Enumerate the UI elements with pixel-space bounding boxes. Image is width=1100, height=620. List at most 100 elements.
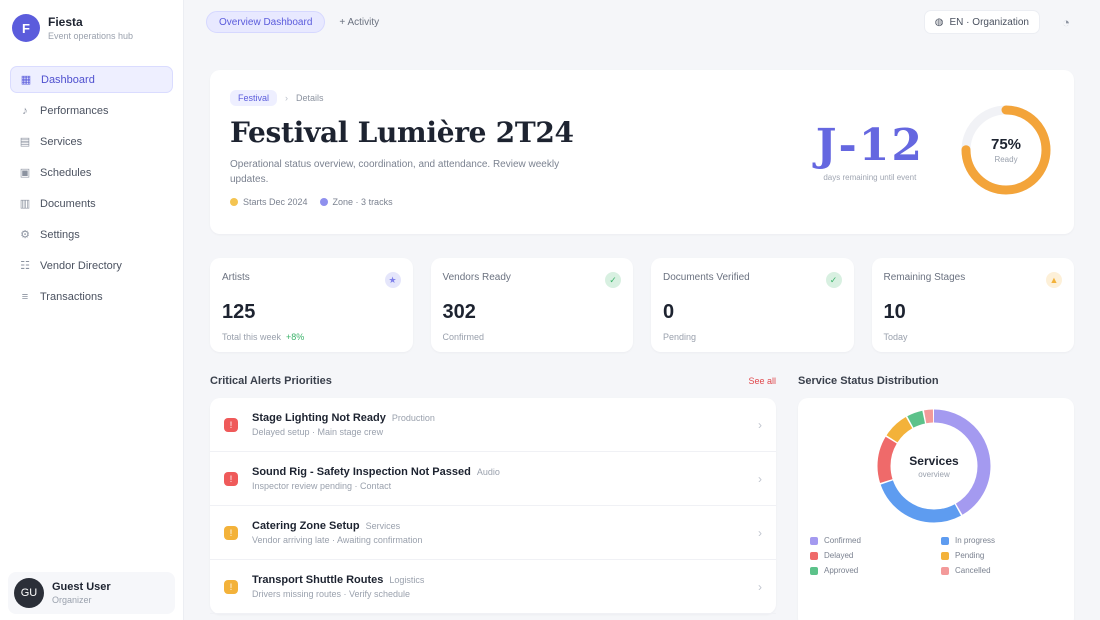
kpi-label: Remaining Stages xyxy=(883,272,966,283)
alert-subtitle: Inspector review pending · Contact xyxy=(252,481,392,491)
legend-item: Confirmed xyxy=(810,536,931,545)
kpi-subtext: Today xyxy=(884,332,1063,342)
grid-icon: ▦ xyxy=(20,74,32,86)
warning-icon: ! xyxy=(224,579,238,594)
legend-item: Approved xyxy=(810,566,931,575)
kpi-label: Vendors Ready xyxy=(442,272,511,283)
event-meta-chip: Starts Dec 2024 xyxy=(230,197,308,207)
legend-item: In progress xyxy=(941,536,1062,545)
alert-row[interactable]: ! Transport Shuttle Routes Logistics Driver… xyxy=(210,560,776,614)
event-type-tag[interactable]: Festival xyxy=(230,90,278,106)
legend-label: Confirmed xyxy=(824,536,861,545)
globe-icon: ◍ xyxy=(934,16,944,28)
legend-swatch xyxy=(941,536,949,545)
kpi-card[interactable]: Vendors Ready ✓ 302 Confirmed xyxy=(430,258,633,352)
user-role: Organizer xyxy=(52,595,92,605)
kpi-card[interactable]: Artists ★ 125 Total this week +8% xyxy=(210,258,413,352)
sidebar-item-label: Settings xyxy=(40,228,80,241)
sidebar-item-vendor-directory[interactable]: ☷ Vendor Directory xyxy=(10,252,173,279)
sidebar-item-label: Performances xyxy=(40,104,109,117)
calendar-icon: ▣ xyxy=(19,167,31,179)
donut-center-label: overview xyxy=(918,469,950,479)
breadcrumb-separator: › xyxy=(285,93,289,103)
music-icon: ♪ xyxy=(22,104,28,117)
user-name: Guest User xyxy=(52,581,111,593)
alert-category-tag: Audio xyxy=(476,467,500,477)
alerts-column: Critical Alerts Priorities See all ! Stag… xyxy=(210,372,776,620)
sidebar-nav: ▦ Dashboard ♪ Performances ▤ Services ▣ Schedul… xyxy=(10,66,173,310)
alert-subtitle: Vendor arriving late · Awaiting confirma… xyxy=(252,535,423,545)
sidebar-item-label: Vendor Directory xyxy=(40,259,122,272)
sidebar-item-label: Services xyxy=(40,135,83,148)
chip-dot-icon xyxy=(319,198,328,206)
sidebar-item-schedules[interactable]: ▣ Schedules xyxy=(10,159,173,186)
shield-icon: ✓ xyxy=(825,272,842,288)
alert-row[interactable]: ! Stage Lighting Not Ready Production Delay… xyxy=(210,398,776,452)
alert-row[interactable]: ! Sound Rig - Safety Inspection Not Passe… xyxy=(210,452,776,506)
chip-label: Zone · 3 tracks xyxy=(332,197,393,207)
legend-label: Cancelled xyxy=(955,566,991,575)
kpi-card[interactable]: Remaining Stages ▲ 10 Today xyxy=(871,258,1074,352)
document-icon: ▥ xyxy=(19,198,31,210)
avatar: GU xyxy=(14,578,44,608)
topbar: Overview Dashboard + Activity ◍ EN · Org… xyxy=(184,0,1100,44)
kpi-sub-label: Pending xyxy=(663,332,697,342)
chevron-right-icon[interactable]: › xyxy=(758,526,762,540)
chevron-right-icon[interactable]: › xyxy=(758,418,762,432)
readiness-label: Ready xyxy=(994,155,1018,164)
alert-row[interactable]: ! Catering Zone Setup Services Vendor arriv… xyxy=(210,506,776,560)
kpi-subtext: Total this week +8% xyxy=(222,332,401,342)
event-meta-chips: Starts Dec 2024 Zone · 3 tracks xyxy=(230,197,1054,207)
user-profile[interactable]: GU Guest User Organizer xyxy=(8,572,175,614)
breadcrumb-details[interactable]: Details xyxy=(296,93,324,103)
kpi-label: Documents Verified xyxy=(663,272,750,283)
app-root: F Fiesta Event operations hub ▦ Dashboard… xyxy=(0,0,1100,620)
content: Festival › Details Festival Lumière 2T24… xyxy=(184,44,1100,620)
alert-body: Stage Lighting Not Ready Production Delaye… xyxy=(252,412,435,437)
notification-bell-icon[interactable]: ◔ xyxy=(1054,10,1078,34)
legend-item: Delayed xyxy=(810,551,931,560)
activity-link[interactable]: + Activity xyxy=(339,17,379,28)
legend-swatch xyxy=(941,566,949,575)
chevron-right-icon[interactable]: › xyxy=(758,580,762,594)
sidebar-item-documents[interactable]: ▥ Documents xyxy=(10,190,173,217)
sidebar-item-label: Documents xyxy=(40,197,96,210)
kpi-value: 10 xyxy=(883,301,906,323)
see-all-alerts-link[interactable]: See all xyxy=(748,376,776,386)
sidebar-item-dashboard[interactable]: ▦ Dashboard xyxy=(10,66,173,93)
alert-body: Transport Shuttle Routes Logistics Drivers… xyxy=(252,574,424,599)
legend-swatch xyxy=(941,551,949,560)
check-icon: ✓ xyxy=(605,272,621,288)
star-icon: ★ xyxy=(384,272,401,288)
chip-label: Starts Dec 2024 xyxy=(243,197,308,207)
overview-tab[interactable]: Overview Dashboard xyxy=(206,11,326,33)
countdown-stat: J-12 days remaining until event xyxy=(816,120,924,182)
brand[interactable]: F Fiesta Event operations hub xyxy=(10,12,173,56)
kpi-sub-label: Total this week xyxy=(222,332,282,342)
kpi-sub-label: Confirmed xyxy=(442,332,485,342)
alerts-list: ! Stage Lighting Not Ready Production Delay… xyxy=(210,398,776,614)
legend-item: Cancelled xyxy=(941,566,1062,575)
distribution-header: Service Status Distribution xyxy=(798,372,1074,390)
event-hero-card: Festival › Details Festival Lumière 2T24… xyxy=(210,70,1074,234)
chevron-right-icon[interactable]: › xyxy=(758,472,762,486)
alert-title-text: Stage Lighting Not Ready xyxy=(252,412,386,424)
countdown-caption: days remaining until event xyxy=(823,173,917,182)
kpi-subtext: Pending xyxy=(663,332,842,342)
countdown-value: J-12 xyxy=(815,120,924,171)
receipt-icon: ≡ xyxy=(21,290,29,303)
kpi-sub-label: Today xyxy=(883,332,908,342)
kpi-subtext: Confirmed xyxy=(443,332,622,342)
kpi-card[interactable]: Documents Verified ✓ 0 Pending xyxy=(651,258,854,352)
alert-category-tag: Services xyxy=(365,521,401,531)
sidebar-item-services[interactable]: ▤ Services xyxy=(10,128,173,155)
sidebar-item-transactions[interactable]: ≡ Transactions xyxy=(10,283,173,310)
flag-icon: ▲ xyxy=(1046,272,1062,288)
language-selector[interactable]: ◍ EN · Organization xyxy=(923,10,1040,34)
alert-title-text: Transport Shuttle Routes xyxy=(252,574,384,586)
brand-logo: F xyxy=(12,14,40,42)
sidebar-item-performances[interactable]: ♪ Performances xyxy=(10,97,173,124)
sidebar-item-settings[interactable]: ⚙ Settings xyxy=(10,221,173,248)
event-description: Operational status overview, coordinatio… xyxy=(230,159,560,185)
distribution-card: Services overview Confirmed In progress De… xyxy=(798,398,1074,620)
